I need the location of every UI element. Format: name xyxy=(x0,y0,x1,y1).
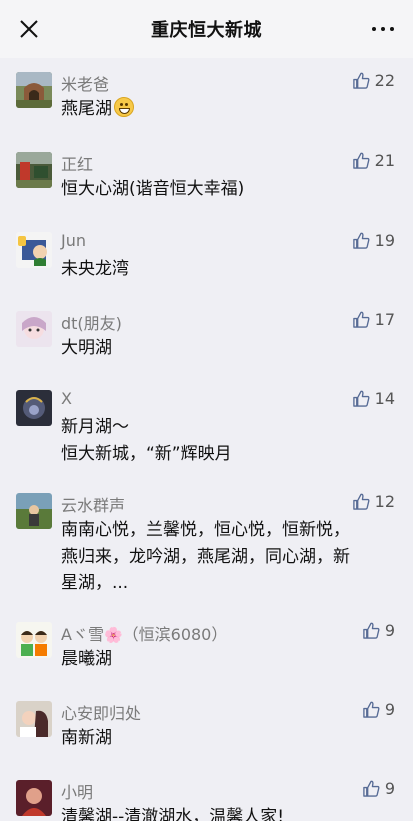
like-button[interactable]: 22 xyxy=(352,71,395,90)
avatar[interactable] xyxy=(16,622,52,658)
avatar[interactable] xyxy=(16,72,52,108)
comment-author[interactable]: 小明 xyxy=(61,779,93,803)
comment-author[interactable]: X xyxy=(61,389,72,408)
thumbs-up-icon xyxy=(363,622,380,639)
thumbs-up-icon xyxy=(352,311,370,328)
grin-emoji-icon xyxy=(114,97,134,117)
avatar[interactable] xyxy=(16,493,52,529)
like-count: 17 xyxy=(374,310,395,329)
comment-text: 大明湖 xyxy=(61,338,112,358)
comment-text: 晨曦湖 xyxy=(61,649,112,669)
like-button[interactable]: 9 xyxy=(362,700,395,719)
top-bar: 重庆恒大新城 xyxy=(0,0,413,58)
more-icon xyxy=(371,26,377,32)
comment-author[interactable]: dt(朋友) xyxy=(61,310,122,334)
flower-icon: 🌸 xyxy=(103,626,123,644)
avatar[interactable] xyxy=(16,780,52,816)
comment-author[interactable]: 米老爸 xyxy=(61,71,109,95)
like-count: 9 xyxy=(384,700,395,719)
comment-text: 恒大心湖(谐音恒大幸福) xyxy=(61,179,245,199)
thumbs-up-icon xyxy=(352,493,370,510)
avatar[interactable] xyxy=(16,152,52,188)
thumbs-up-icon xyxy=(352,72,370,89)
close-icon xyxy=(20,20,38,38)
close-button[interactable] xyxy=(10,10,48,48)
comment-text: 未央龙湾 xyxy=(61,259,129,279)
like-count: 14 xyxy=(374,389,395,408)
thumbs-up-icon xyxy=(363,701,380,718)
more-button[interactable] xyxy=(363,10,403,48)
like-count: 22 xyxy=(374,71,395,90)
like-count: 9 xyxy=(384,621,395,640)
like-count: 19 xyxy=(374,231,395,250)
comment-author[interactable]: 云水群声 xyxy=(61,492,125,516)
thumbs-up-icon xyxy=(352,152,370,169)
like-button[interactable]: 19 xyxy=(352,231,395,250)
comment-text: 燕尾湖 xyxy=(61,96,381,123)
like-button[interactable]: 12 xyxy=(352,492,395,511)
like-button[interactable]: 9 xyxy=(362,621,395,640)
comment-author[interactable]: Jun xyxy=(61,231,86,250)
thumbs-up-icon xyxy=(352,390,370,407)
comment-text: 新月湖～ 恒大新城，“新”辉映月 xyxy=(61,417,232,464)
avatar[interactable] xyxy=(16,390,52,426)
like-button[interactable]: 9 xyxy=(362,779,395,798)
comment-author[interactable]: 心安即归处 xyxy=(61,700,141,724)
like-count: 12 xyxy=(374,492,395,511)
comment-text: 清馨湖--清澈湖水，温馨人家! xyxy=(61,807,285,821)
thumbs-up-icon xyxy=(363,780,380,797)
avatar[interactable] xyxy=(16,701,52,737)
comment-list: 米老爸 22 燕尾湖 正红 21 恒大心湖(谐音恒大幸福) Jun 19 未央龙… xyxy=(0,58,413,821)
comment-text: 南南心悦，兰馨悦，恒心悦，恒新悦， 燕归来，龙吟湖，燕尾湖，同心湖，新 星湖，.… xyxy=(61,520,350,593)
comment-author[interactable]: Aヾ雪🌸（恒滨6080） xyxy=(61,621,227,645)
comment-text: 南新湖 xyxy=(61,728,112,748)
like-button[interactable]: 17 xyxy=(352,310,395,329)
page-title: 重庆恒大新城 xyxy=(151,20,262,41)
avatar[interactable] xyxy=(16,311,52,347)
thumbs-up-icon xyxy=(352,232,370,249)
like-count: 9 xyxy=(384,779,395,798)
like-count: 21 xyxy=(374,151,395,170)
avatar[interactable] xyxy=(16,232,52,268)
like-button[interactable]: 14 xyxy=(352,389,395,408)
like-button[interactable]: 21 xyxy=(352,151,395,170)
comment-author[interactable]: 正红 xyxy=(61,151,93,175)
